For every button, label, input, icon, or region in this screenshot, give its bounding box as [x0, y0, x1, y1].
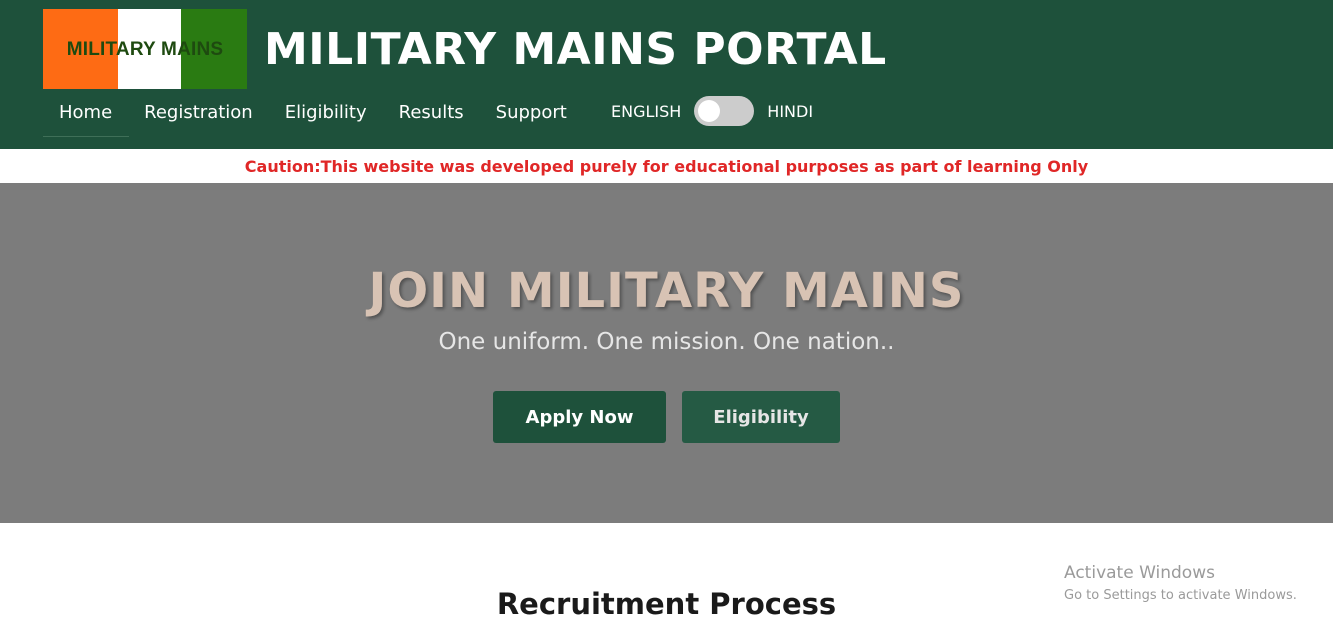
language-label-hindi: HINDI: [767, 101, 814, 121]
activate-windows-watermark: Activate Windows Go to Settings to activ…: [1064, 562, 1297, 608]
hero-section: JOIN MILITARY MAINS One uniform. One mis…: [0, 183, 1333, 523]
site-title: MILITARY MAINS PORTAL: [264, 24, 887, 75]
site-header: MILITARY MAINS MILITARY MAINS PORTAL Hom…: [0, 0, 1333, 149]
nav-item-eligibility[interactable]: Eligibility: [269, 102, 383, 123]
language-toggle[interactable]: [694, 96, 755, 126]
language-switcher: ENGLISH HINDI: [611, 96, 813, 126]
watermark-line2: Go to Settings to activate Windows.: [1064, 588, 1297, 603]
caution-banner: Caution:This website was developed purel…: [0, 149, 1333, 183]
logo-text: MILITARY MAINS: [66, 39, 224, 60]
nav-item-home[interactable]: Home: [43, 102, 128, 123]
nav-item-results[interactable]: Results: [383, 102, 480, 123]
hero-title: JOIN MILITARY MAINS: [368, 263, 965, 319]
language-label-english: ENGLISH: [611, 101, 682, 121]
apply-now-button[interactable]: Apply Now: [493, 391, 666, 443]
nav-item-support[interactable]: Support: [480, 102, 583, 123]
nav-item-registration[interactable]: Registration: [128, 102, 269, 123]
logo[interactable]: MILITARY MAINS: [43, 9, 247, 89]
main-nav: Home Registration Eligibility Results Su…: [43, 96, 583, 128]
eligibility-button[interactable]: Eligibility: [682, 391, 840, 443]
active-nav-underline: [43, 136, 129, 137]
hero-subtitle: One uniform. One mission. One nation..: [438, 329, 895, 355]
watermark-line1: Activate Windows: [1064, 563, 1215, 583]
toggle-knob: [698, 100, 721, 122]
